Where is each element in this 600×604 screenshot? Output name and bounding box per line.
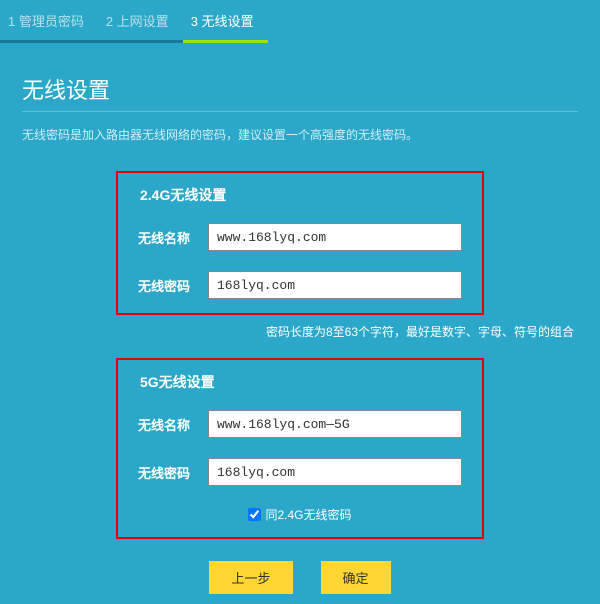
prev-button[interactable]: 上一步: [209, 561, 292, 594]
input-5g-name[interactable]: [208, 410, 462, 438]
row-5g-pass: 无线密码: [138, 458, 462, 486]
content-area: 无线设置 无线密码是加入路由器无线网络的密码，建议设置一个高强度的无线密码。 2…: [0, 43, 600, 604]
section-24g-title: 2.4G无线设置: [140, 185, 462, 205]
input-5g-pass[interactable]: [208, 458, 462, 486]
label-24g-name: 无线名称: [138, 228, 208, 247]
label-5g-name: 无线名称: [138, 415, 208, 434]
input-24g-pass[interactable]: [208, 271, 462, 299]
label-5g-pass: 无线密码: [138, 463, 208, 482]
step-wireless-settings[interactable]: 3 无线设置: [183, 5, 268, 43]
page-title: 无线设置: [22, 73, 578, 105]
section-5g: 5G无线设置 无线名称 无线密码 同2.4G无线密码: [116, 358, 484, 539]
checkbox-same-as-24g[interactable]: [248, 508, 261, 521]
ok-button[interactable]: 确定: [321, 561, 391, 594]
section-24g: 2.4G无线设置 无线名称 无线密码: [116, 171, 484, 315]
password-hint: 密码长度为8至63个字符，最好是数字、字母、符号的组合: [22, 323, 582, 340]
row-24g-pass: 无线密码: [138, 271, 462, 299]
description-text: 无线密码是加入路由器无线网络的密码，建议设置一个高强度的无线密码。: [22, 126, 578, 143]
step-wan-settings[interactable]: 2 上网设置: [98, 5, 183, 43]
step-admin-password[interactable]: 1 管理员密码: [0, 5, 98, 43]
button-row: 上一步 确定: [22, 561, 578, 594]
step-tabs: 1 管理员密码 2 上网设置 3 无线设置: [0, 0, 600, 43]
divider: [22, 111, 578, 112]
row-24g-name: 无线名称: [138, 223, 462, 251]
section-5g-title: 5G无线设置: [140, 372, 462, 392]
label-same-as-24g: 同2.4G无线密码: [265, 506, 351, 523]
label-24g-pass: 无线密码: [138, 276, 208, 295]
row-5g-name: 无线名称: [138, 410, 462, 438]
row-same-as-24g: 同2.4G无线密码: [138, 506, 462, 523]
input-24g-name[interactable]: [208, 223, 462, 251]
